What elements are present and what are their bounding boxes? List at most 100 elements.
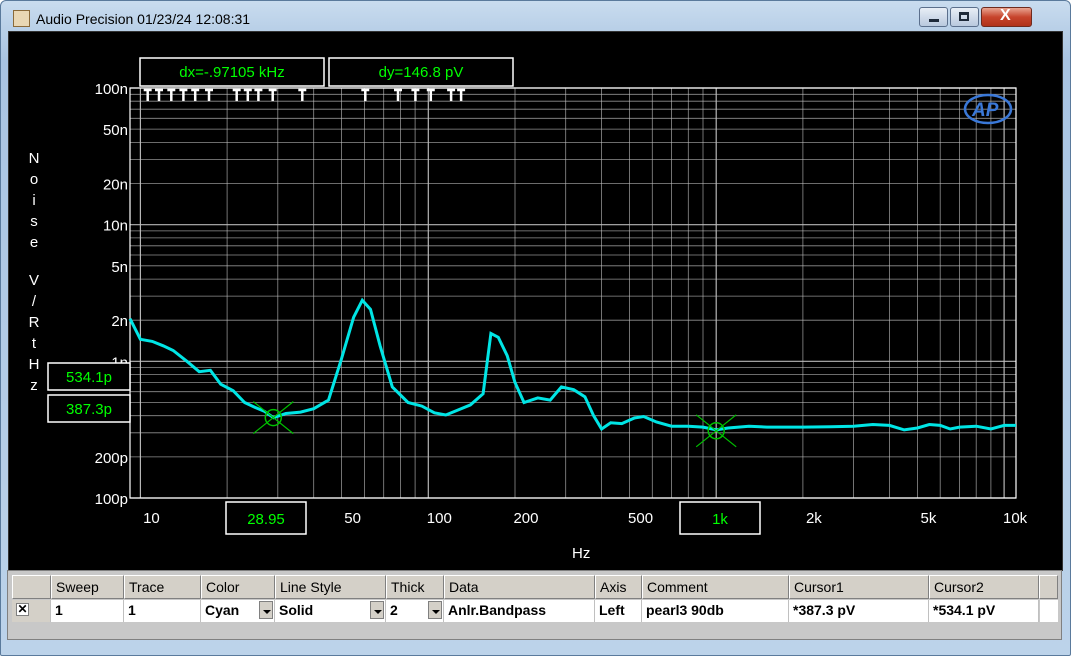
x-tick-label: 5k [920, 510, 936, 527]
cursor-x-left-readout[interactable]: 28.95 [225, 501, 307, 535]
header-trace[interactable]: Trace [124, 575, 201, 599]
data-marker-tick [457, 88, 466, 101]
sweep-trace-table[interactable]: Sweep Trace Color Line Style Thick Data … [7, 570, 1062, 640]
x-tick-label: 500 [628, 510, 653, 527]
header-comment[interactable]: Comment [642, 575, 789, 599]
close-button[interactable]: X [981, 7, 1032, 27]
y-axis-label-char: o [30, 171, 38, 188]
data-marker-tick [232, 88, 241, 101]
cursor-y-top-readout[interactable]: 534.1p [47, 362, 131, 391]
ap-logo-text: AP [971, 100, 999, 121]
cursor-x-right-readout[interactable]: 1k [679, 501, 761, 535]
data-marker-tick [191, 88, 200, 101]
line-style-dropdown-icon[interactable] [370, 601, 384, 619]
data-marker-tick [268, 88, 277, 101]
row-enable-cell[interactable]: ✕ [12, 600, 51, 622]
y-tick-label: 200p [95, 450, 128, 467]
cell-cursor1[interactable]: *387.3 pV [789, 600, 929, 622]
header-thick[interactable]: Thick [386, 575, 444, 599]
data-marker-ticks [143, 88, 466, 101]
y-axis-label-char: R [29, 314, 40, 331]
plot-grid [129, 87, 1017, 499]
header-cursor1[interactable]: Cursor1 [789, 575, 929, 599]
dy-readout-text: dy=146.8 pV [379, 64, 464, 81]
y-axis-label-char: e [30, 234, 38, 251]
dx-readout[interactable]: dx=-.97105 kHz [139, 57, 325, 87]
cell-line-style[interactable]: Solid [275, 600, 386, 622]
maximize-icon [959, 12, 969, 21]
header-axis[interactable]: Axis [595, 575, 642, 599]
title-bar[interactable]: Audio Precision 01/23/24 12:08:31 X [1, 1, 1070, 31]
y-tick-label: 2n [111, 313, 128, 330]
header-spacer [1039, 575, 1058, 599]
y-axis-label-char: / [32, 293, 37, 310]
header-sweep[interactable]: Sweep [51, 575, 124, 599]
data-marker-tick [179, 88, 188, 101]
y-tick-label: 20n [103, 177, 128, 194]
header-cursor2[interactable]: Cursor2 [929, 575, 1039, 599]
cursor-y-bottom-readout[interactable]: 387.3p [47, 394, 131, 423]
thick-dropdown-icon[interactable] [428, 601, 442, 619]
cell-line-style-value: Solid [279, 602, 314, 618]
table-corner-header [12, 575, 51, 599]
cell-color-value: Cyan [205, 602, 240, 618]
noise-trace-line [128, 297, 1016, 432]
y-axis-label-char: t [32, 335, 37, 352]
data-marker-tick [205, 88, 213, 101]
y-axis-label-char: s [30, 213, 38, 230]
plot-border [129, 87, 1017, 499]
window-title: Audio Precision 01/23/24 12:08:31 [36, 11, 251, 27]
y-tick-label: 100p [95, 491, 128, 508]
color-dropdown-icon[interactable] [259, 601, 273, 619]
cursor-y-bottom-text: 387.3p [66, 401, 112, 418]
cursor-x-left-text: 28.95 [247, 511, 285, 528]
dy-readout[interactable]: dy=146.8 pV [328, 57, 514, 87]
cursor-crosshair[interactable] [252, 401, 294, 435]
cell-cursor2[interactable]: *534.1 pV [929, 600, 1039, 622]
y-axis-label-char: H [29, 356, 40, 373]
x-tick-label: 100 [427, 510, 452, 527]
y-axis-label-char: i [32, 192, 35, 209]
cell-sweep[interactable]: 1 [51, 600, 124, 622]
header-data[interactable]: Data [444, 575, 595, 599]
y-tick-labels: 100n50n20n10n5n2n1n200p100p [95, 81, 128, 508]
cell-color[interactable]: Cyan [201, 600, 275, 622]
cursor-x-right-text: 1k [712, 511, 728, 528]
y-axis-label: No i s e V / Rt Hz [29, 150, 40, 394]
header-color[interactable]: Color [201, 575, 275, 599]
data-marker-tick [243, 88, 252, 101]
row-enable-checkbox[interactable]: ✕ [16, 603, 29, 616]
cell-trace[interactable]: 1 [124, 600, 201, 622]
close-icon: X [1000, 7, 1011, 24]
data-marker-tick [411, 88, 420, 101]
y-tick-label: 10n [103, 218, 128, 235]
maximize-button[interactable] [950, 7, 979, 27]
x-tick-label: 200 [513, 510, 538, 527]
noise-spectrum-chart[interactable]: 100n50n20n10n5n2n1n200p100p 102050100200… [8, 31, 1061, 569]
minimize-button[interactable] [919, 7, 948, 27]
data-marker-tick [254, 88, 263, 101]
x-tick-label: 2k [806, 510, 822, 527]
y-tick-label: 100n [95, 81, 128, 98]
cell-comment[interactable]: pearl3 90db [642, 600, 789, 622]
x-tick-label: 10 [143, 510, 160, 527]
y-tick-label: 5n [111, 259, 128, 276]
y-axis-label-char: N [29, 150, 40, 167]
x-axis-label: Hz [572, 545, 590, 562]
audio-precision-app-icon[interactable] [13, 10, 30, 27]
data-marker-tick [155, 88, 163, 101]
x-tick-label: 10k [1003, 510, 1028, 527]
table-right-margin [1040, 600, 1058, 622]
data-marker-tick [447, 88, 456, 101]
cell-data[interactable]: Anlr.Bandpass [444, 600, 595, 622]
data-marker-tick [143, 88, 152, 101]
cell-axis[interactable]: Left [595, 600, 642, 622]
y-tick-label: 50n [103, 122, 128, 139]
cell-thick-value: 2 [390, 602, 398, 618]
dx-readout-text: dx=-.97105 kHz [179, 64, 284, 81]
cursor-y-top-text: 534.1p [66, 369, 112, 386]
header-line-style[interactable]: Line Style [275, 575, 386, 599]
y-axis-label-char: V [29, 272, 39, 289]
y-axis-label-char: z [30, 377, 38, 394]
cell-thick[interactable]: 2 [386, 600, 444, 622]
